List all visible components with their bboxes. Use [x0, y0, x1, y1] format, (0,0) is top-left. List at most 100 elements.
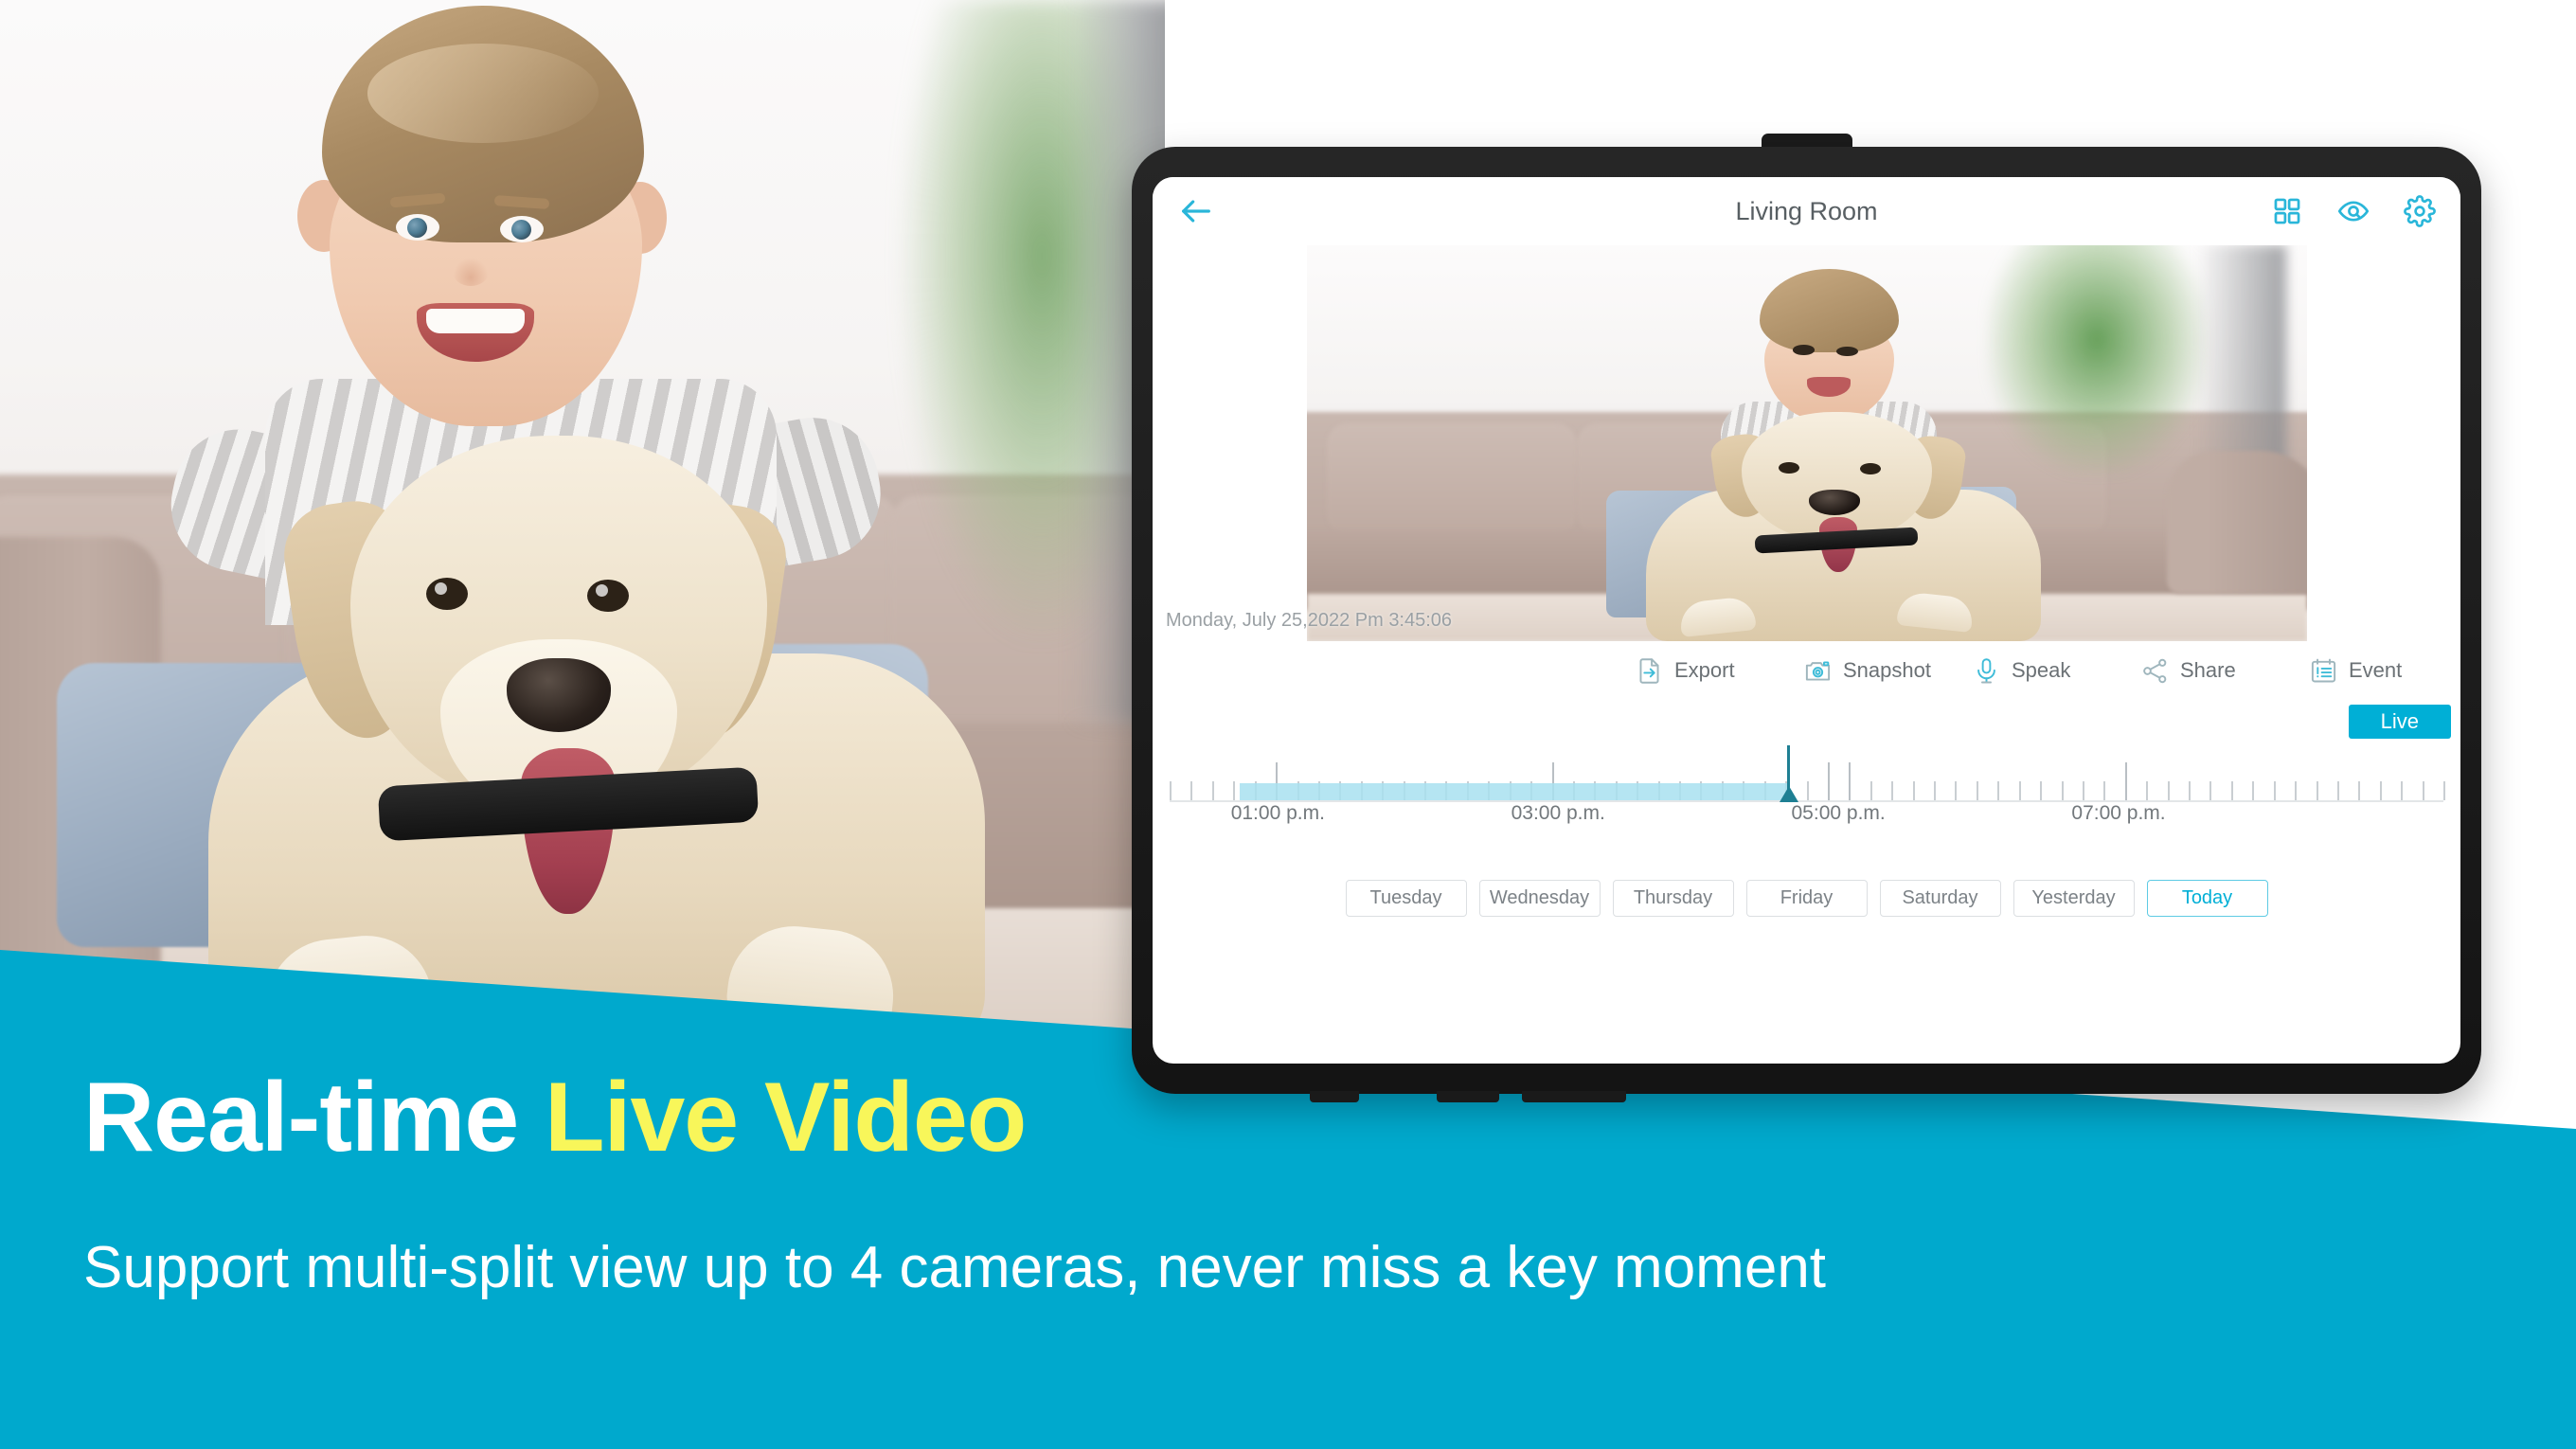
export-label: Export [1674, 658, 1735, 682]
snapshot-button[interactable]: Snapshot [1803, 656, 1972, 686]
timeline-recorded-range[interactable] [1239, 783, 1788, 800]
timeline-tick [2358, 781, 2361, 800]
boy-nose [453, 258, 489, 286]
tablet-device: Living Room Monday, July 25,2022 Pm 3:45… [1132, 134, 2481, 1102]
event-label: Event [2349, 658, 2403, 682]
timeline-tick [1806, 781, 1809, 800]
timeline-tick [1955, 781, 1958, 800]
timeline-tick [2336, 781, 2339, 800]
app-header: Living Room [1153, 177, 2460, 245]
day-button-wednesday[interactable]: Wednesday [1478, 879, 1601, 917]
timeline-tick [2082, 781, 2084, 800]
event-button[interactable]: Event [2309, 656, 2451, 686]
video-houseplant [1986, 245, 2207, 475]
timeline-playhead[interactable] [1780, 745, 1799, 802]
share-label: Share [2180, 658, 2236, 682]
timeline-tick [1934, 781, 1936, 800]
video-timestamp: Monday, July 25,2022 Pm 3:45:06 [1166, 610, 1453, 631]
speak-microphone-icon [1972, 656, 2001, 686]
timeline-time-label: 01:00 p.m. [1230, 802, 1325, 824]
timeline-tick [1849, 762, 1852, 800]
back-arrow-icon[interactable] [1177, 192, 1215, 230]
settings-gear-icon[interactable] [2404, 195, 2436, 227]
timeline-tick [2273, 781, 2276, 800]
share-icon [2140, 656, 2170, 686]
timeline-tick [1869, 781, 1872, 800]
timeline-section: 01:00 p.m. 03:00 p.m. 05:00 p.m. 07:00 p.m. [1153, 743, 2460, 867]
timeline-tick [1976, 781, 1978, 800]
day-button-saturday[interactable]: Saturday [1879, 879, 2001, 917]
video-dog-eye-right [1860, 463, 1881, 475]
video-toolbar: Export Snapshot Speak Share Event [1153, 641, 2460, 700]
timeline-tick [2379, 781, 2382, 800]
timeline-tick [1211, 781, 1214, 800]
headline-part-2: Live Video [545, 1063, 1027, 1172]
video-boy-eye-right [1835, 346, 1858, 357]
share-button[interactable]: Share [2140, 656, 2309, 686]
export-icon [1635, 656, 1664, 686]
headline-part-1: Real-time [83, 1063, 546, 1172]
snapshot-camera-icon [1803, 656, 1833, 686]
day-button-thursday[interactable]: Thursday [1612, 879, 1734, 917]
timeline-tick [2124, 762, 2127, 800]
timeline-tick [2422, 781, 2424, 800]
page-title: Living Room [1735, 196, 1878, 225]
dog-eye-right [587, 580, 629, 612]
video-boy-hair [1759, 269, 1899, 353]
boy-hair [322, 6, 644, 242]
timeline-time-label: 07:00 p.m. [2071, 802, 2166, 824]
event-list-icon [2309, 656, 2338, 686]
day-button-today[interactable]: Today [2146, 879, 2268, 917]
tablet-bezel: Living Room Monday, July 25,2022 Pm 3:45… [1132, 147, 2481, 1102]
live-button[interactable]: Live [2348, 705, 2451, 739]
grid-view-icon[interactable] [2271, 195, 2303, 227]
timeline-tick [2230, 781, 2233, 800]
tablet-button [1437, 1091, 1499, 1102]
dog-eye-left [426, 578, 468, 610]
day-button-tuesday[interactable]: Tuesday [1345, 879, 1467, 917]
live-video-feed[interactable] [1306, 245, 2307, 641]
timeline-scrubber[interactable]: 01:00 p.m. 03:00 p.m. 05:00 p.m. 07:00 p.m. [1170, 745, 2445, 824]
timeline-tick [1912, 781, 1915, 800]
timeline-tick [2443, 781, 2445, 800]
timeline-tick [2401, 781, 2404, 800]
timeline-time-label: 03:00 p.m. [1511, 802, 1605, 824]
tablet-button [1522, 1091, 1626, 1102]
promo-subhead: Support multi-split view up to 4 cameras… [83, 1235, 1827, 1300]
timeline-tick [1827, 762, 1830, 800]
timeline-labels: 01:00 p.m. 03:00 p.m. 05:00 p.m. 07:00 p.m. [1170, 802, 2443, 831]
video-dog-eye-left [1779, 461, 1799, 474]
header-icon-group [2271, 195, 2436, 227]
hero-living-room-scene [0, 0, 1165, 1032]
boy-eye-right [500, 216, 544, 242]
boy-teeth [425, 309, 526, 333]
video-couch-cushion [1326, 423, 1577, 535]
privacy-eye-icon[interactable] [2337, 195, 2370, 227]
timeline-tick [2146, 781, 2149, 800]
hero-photo [0, 0, 1165, 1032]
timeline-tick [1170, 781, 1172, 800]
dog-figure [208, 436, 985, 1032]
timeline-tick [1190, 781, 1193, 800]
day-button-friday[interactable]: Friday [1745, 879, 1868, 917]
video-dog-figure [1646, 411, 2041, 641]
timeline-tick [2316, 781, 2318, 800]
day-selector: Tuesday Wednesday Thursday Friday Saturday Ye… [1153, 867, 2460, 929]
timeline-tick [2103, 781, 2106, 800]
timeline-tick [2295, 781, 2298, 800]
export-button[interactable]: Export [1635, 656, 1803, 686]
live-button-row: Live [1153, 700, 2460, 743]
timeline-tick [2018, 781, 2021, 800]
day-button-yesterday[interactable]: Yesterday [2012, 879, 2135, 917]
speak-button[interactable]: Speak [1972, 656, 2140, 686]
video-boy-eye-left [1793, 345, 1815, 355]
boy-eye-left [396, 214, 439, 241]
timeline-tick [2209, 781, 2212, 800]
video-scene [1306, 245, 2307, 641]
timeline-tick [2061, 781, 2064, 800]
timeline-tick [1891, 781, 1894, 800]
timeline-tick [2040, 781, 2043, 800]
timeline-time-label: 05:00 p.m. [1791, 802, 1886, 824]
speak-label: Speak [2012, 658, 2071, 682]
tablet-button [1310, 1091, 1359, 1102]
